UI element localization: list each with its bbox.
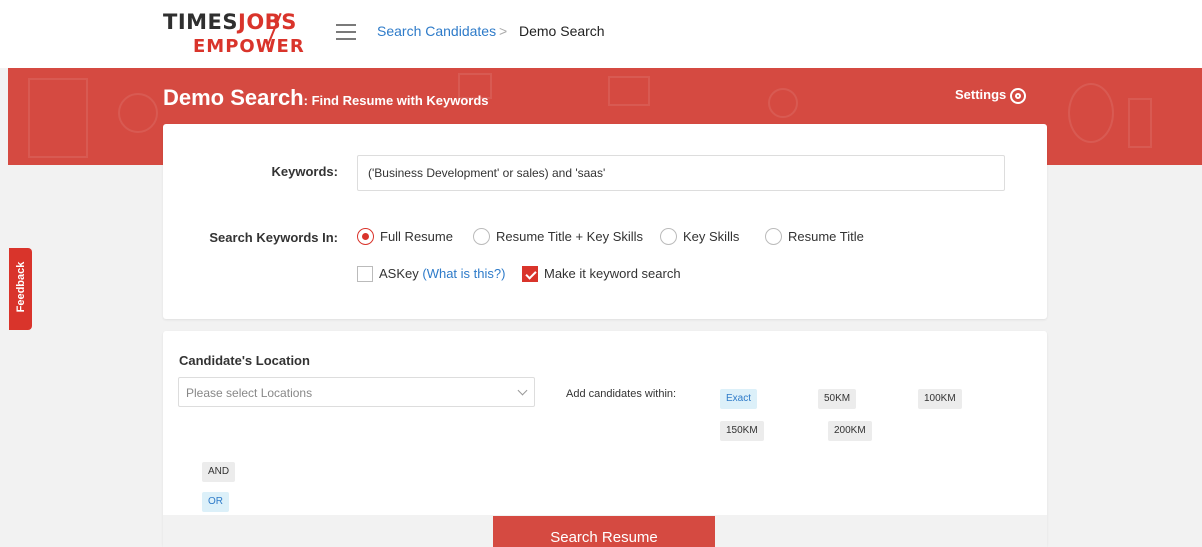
top-header: TIMESJOBS EMPOWER Search Candidates > De… xyxy=(0,0,1202,68)
candidate-location-title: Candidate's Location xyxy=(179,353,310,368)
banner-decoration xyxy=(1128,98,1152,148)
settings-button[interactable]: Settings xyxy=(955,87,1027,104)
add-within-label: Add candidates within: xyxy=(566,388,677,400)
hamburger-menu-icon[interactable] xyxy=(336,24,356,40)
radio-resume-title[interactable]: Resume Title xyxy=(765,228,864,246)
banner-decoration xyxy=(1068,83,1114,143)
page-title: Demo Search: Find Resume with Keywords xyxy=(163,85,489,110)
banner-decoration xyxy=(768,88,798,118)
keyword-search-checkbox[interactable]: Make it keyword search xyxy=(522,265,681,282)
breadcrumb-search-candidates[interactable]: Search Candidates xyxy=(377,23,496,39)
operator-or-chip[interactable]: OR xyxy=(202,492,229,512)
operator-and-chip[interactable]: AND xyxy=(202,462,236,482)
radio-resume-title-key-skills[interactable]: Resume Title + Key Skills xyxy=(473,228,643,246)
logo-jobs-text: JOBS xyxy=(238,10,297,34)
logo-times-text: TIMES xyxy=(163,10,239,34)
distance-100km-chip[interactable]: 100KM xyxy=(918,389,962,409)
keywords-input[interactable] xyxy=(357,155,1005,191)
timesjobs-empower-logo[interactable]: TIMESJOBS EMPOWER xyxy=(163,10,304,62)
radio-key-skills[interactable]: Key Skills xyxy=(660,228,739,246)
feedback-tab[interactable]: Feedback xyxy=(9,248,32,330)
search-in-label: Search Keywords In: xyxy=(209,230,338,245)
keywords-label: Keywords: xyxy=(271,164,338,179)
checkmark-icon xyxy=(522,265,538,282)
askey-checkbox[interactable]: ASKey (What is this?) xyxy=(357,265,505,282)
breadcrumb-current-page: Demo Search xyxy=(519,23,605,39)
chevron-down-icon xyxy=(517,385,528,396)
keyword-search-card xyxy=(163,124,1047,319)
distance-exact-chip[interactable]: Exact xyxy=(720,389,758,409)
distance-200km-chip[interactable]: 200KM xyxy=(828,421,872,441)
breadcrumb-separator: > xyxy=(499,23,508,39)
distance-150km-chip[interactable]: 150KM xyxy=(720,421,764,441)
search-resume-button[interactable]: Search Resume xyxy=(493,516,715,547)
distance-50km-chip[interactable]: 50KM xyxy=(818,389,857,409)
banner-decoration xyxy=(28,78,88,158)
askey-what-is-this-link[interactable]: (What is this?) xyxy=(422,266,505,281)
logo-empower-text: EMPOWER xyxy=(193,36,305,57)
banner-decoration xyxy=(118,93,158,133)
radio-full-resume[interactable]: Full Resume xyxy=(357,228,453,246)
banner-decoration xyxy=(608,76,650,106)
location-select[interactable]: Please select Locations xyxy=(178,377,535,407)
gear-icon xyxy=(1010,87,1027,104)
